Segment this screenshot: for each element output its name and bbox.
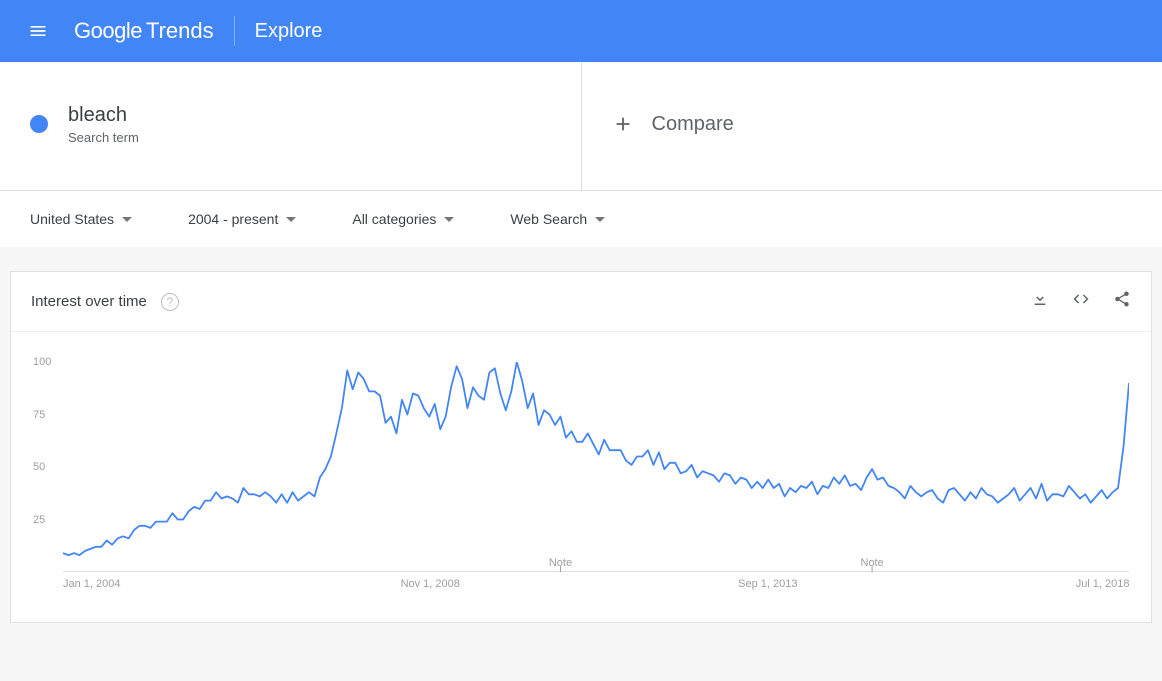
plot-area[interactable]: 255075100	[63, 362, 1129, 572]
compare-cell[interactable]: Compare	[582, 62, 1162, 190]
note-label: Note	[860, 557, 883, 569]
chart-body: 255075100 NoteNoteJan 1, 2004Nov 1, 2008…	[11, 332, 1151, 622]
x-tick-label: Jan 1, 2004	[63, 578, 121, 590]
download-icon[interactable]	[1031, 290, 1049, 313]
x-tick-label: Nov 1, 2008	[401, 578, 460, 590]
chart-title: Interest over time	[31, 293, 147, 310]
search-terms-row: bleach Search term Compare	[0, 62, 1162, 191]
x-tick-label: Sep 1, 2013	[738, 578, 797, 590]
filter-search-type[interactable]: Web Search	[510, 211, 605, 227]
share-icon[interactable]	[1113, 290, 1131, 313]
nav-explore[interactable]: Explore	[255, 20, 323, 43]
embed-icon[interactable]	[1071, 290, 1091, 313]
chevron-down-icon	[286, 217, 296, 222]
app-header: Google Trends Explore	[0, 0, 1162, 62]
logo-google-text: Google	[74, 18, 142, 44]
filter-time[interactable]: 2004 - present	[188, 211, 296, 227]
filter-category[interactable]: All categories	[352, 211, 454, 227]
y-tick-label: 50	[33, 461, 45, 473]
help-icon[interactable]: ?	[161, 293, 179, 311]
y-tick-label: 100	[33, 356, 51, 368]
divider	[234, 16, 235, 46]
y-tick-label: 75	[33, 409, 45, 421]
filters-row: United States 2004 - present All categor…	[0, 191, 1162, 247]
term-cell-1[interactable]: bleach Search term	[0, 62, 582, 190]
term-name: bleach	[68, 104, 139, 127]
y-tick-label: 25	[33, 514, 45, 526]
plus-icon	[612, 113, 634, 135]
x-axis-labels: NoteNoteJan 1, 2004Nov 1, 2008Sep 1, 201…	[63, 572, 1129, 592]
logo[interactable]: Google Trends	[74, 18, 214, 44]
chart-svg	[63, 362, 1129, 572]
filter-time-label: 2004 - present	[188, 211, 278, 227]
menu-icon[interactable]	[20, 13, 56, 49]
note-label: Note	[549, 557, 572, 569]
chevron-down-icon	[444, 217, 454, 222]
filter-region-label: United States	[30, 211, 114, 227]
filter-search-type-label: Web Search	[510, 211, 587, 227]
filter-region[interactable]: United States	[30, 211, 132, 227]
chart-card: Interest over time ? 255075100 NoteNoteJ…	[10, 271, 1152, 623]
series-color-dot	[30, 115, 48, 133]
term-type: Search term	[68, 130, 139, 145]
filter-category-label: All categories	[352, 211, 436, 227]
logo-trends-text: Trends	[146, 18, 214, 44]
compare-label: Compare	[652, 113, 734, 136]
chevron-down-icon	[595, 217, 605, 222]
chevron-down-icon	[122, 217, 132, 222]
x-tick-label: Jul 1, 2018	[1076, 578, 1130, 590]
